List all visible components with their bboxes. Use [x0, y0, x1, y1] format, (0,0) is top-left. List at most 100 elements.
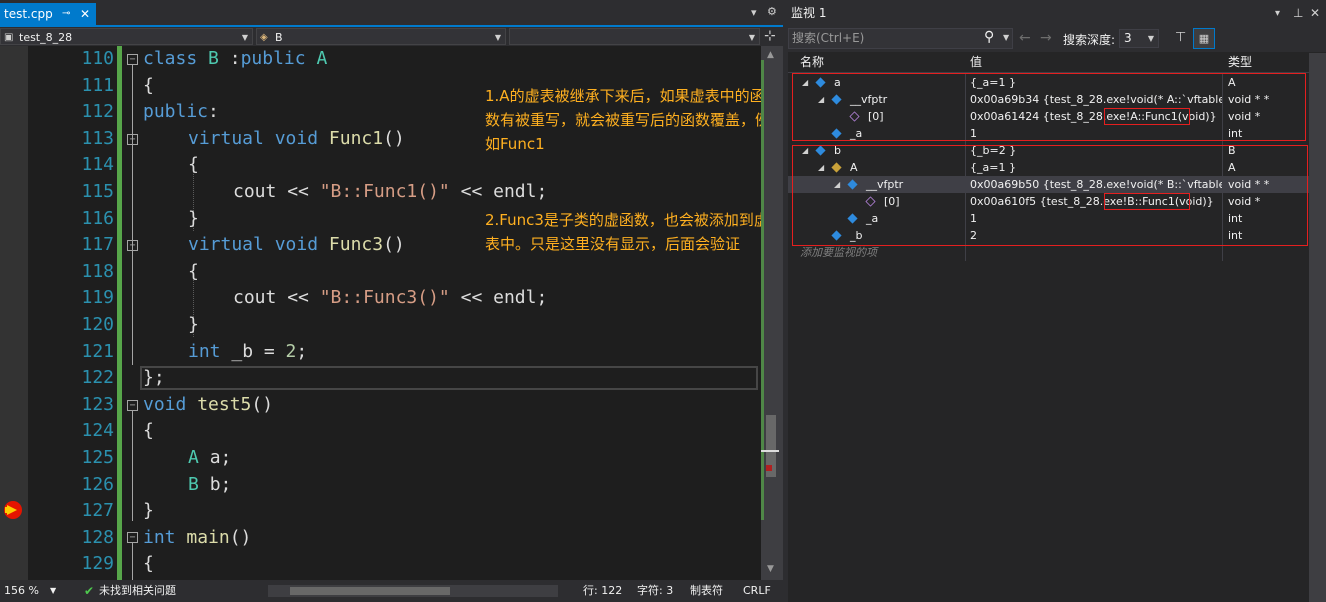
code-text: << — [276, 181, 320, 202]
watch-title-bar: 监视 1 ▾ ⊥ ✕ — [788, 0, 1326, 27]
change-tracking-bar — [117, 46, 122, 580]
collapse-icon[interactable]: − — [127, 54, 138, 65]
keyword: void — [274, 234, 319, 256]
collapse-icon[interactable]: − — [127, 532, 138, 543]
line-number: 125 — [81, 447, 114, 468]
column-name-header[interactable]: 名称 — [800, 53, 824, 72]
line-indicator[interactable]: 行: 122 — [583, 580, 622, 602]
number-literal: 2 — [285, 340, 297, 362]
scroll-up-icon[interactable]: ▲ — [767, 50, 774, 60]
search-back-icon[interactable]: ← — [1019, 30, 1031, 46]
project-label: test_8_28 — [19, 31, 73, 44]
fold-guide — [132, 411, 133, 521]
filter-icon[interactable]: ⊤ — [1175, 30, 1186, 45]
code-line: cout << "B::Func1()" << endl; — [233, 179, 547, 206]
code-text: cout — [233, 181, 277, 202]
editor-vertical-scrollbar[interactable]: ▲ ▼ — [761, 46, 783, 580]
collapse-icon[interactable]: − — [127, 134, 138, 145]
code-line: virtual void Func1() — [188, 126, 405, 153]
type-name: A — [188, 447, 199, 468]
line-number: 115 — [81, 181, 114, 202]
code-editor[interactable]: 110 111 112 113 114 115 116 117 118 119 … — [0, 46, 783, 580]
keyword: public — [143, 101, 209, 123]
pin-icon[interactable]: ⊸ — [62, 3, 70, 25]
column-type-header[interactable]: 类型 — [1228, 53, 1252, 72]
column-indicator[interactable]: 字符: 3 — [637, 580, 673, 602]
line-number: 112 — [81, 101, 114, 123]
code-text: () — [383, 127, 405, 149]
watch-add-row[interactable]: 添加要监视的项 — [788, 244, 1309, 261]
annotation-note-1: 1.A的虚表被继承下来后，如果虚表中的函 数有被重写，就会被重写后的函数覆盖，例… — [485, 84, 770, 156]
string-literal: "B::Func1()" — [319, 181, 450, 202]
highlight-b-func1 — [1104, 193, 1190, 210]
code-text: << — [276, 287, 320, 309]
scope-dropdown[interactable]: ◈ B ▼ — [256, 28, 506, 45]
scope-label: B — [275, 31, 283, 44]
tab-test-cpp[interactable]: test.cpp ⊸ ✕ — [0, 3, 96, 25]
annotation-line: 2.Func3是子类的虚函数，也会被添加到虚 — [485, 211, 769, 229]
code-text: _b = — [220, 340, 286, 362]
issues-status[interactable]: 未找到相关问题 — [99, 580, 176, 602]
chevron-down-icon: ▼ — [494, 33, 501, 42]
tabs-indicator[interactable]: 制表符 — [690, 580, 723, 602]
add-watch-placeholder[interactable]: 添加要监视的项 — [800, 244, 877, 261]
code-line: } — [188, 207, 199, 229]
project-dropdown[interactable]: ▣ test_8_28 ▼ — [0, 28, 253, 45]
line-number: 118 — [81, 260, 114, 282]
watch-title: 监视 1 — [791, 6, 827, 20]
watch-search-input[interactable]: 搜索(Ctrl+E) — [788, 28, 1013, 49]
class-icon: ◈ — [260, 32, 268, 43]
search-forward-icon[interactable]: → — [1040, 30, 1052, 46]
chevron-down-icon: ▼ — [748, 33, 755, 42]
horizontal-scroll-thumb[interactable] — [290, 587, 450, 595]
highlight-a-func1 — [1104, 108, 1190, 125]
keyword: virtual — [188, 234, 264, 256]
collapse-icon[interactable]: − — [127, 240, 138, 251]
close-icon[interactable]: ✕ — [80, 3, 90, 25]
annotation-line: 如Func1 — [485, 135, 545, 153]
search-depth-dropdown[interactable]: 3 ▼ — [1119, 29, 1159, 48]
code-line: } — [188, 314, 199, 335]
pin-icon[interactable]: ⊥ — [1293, 0, 1303, 27]
code-text: () — [251, 393, 274, 415]
caret-position-marker — [761, 450, 779, 452]
code-text: cout — [233, 287, 277, 309]
code-text: : — [208, 101, 219, 123]
eol-indicator[interactable]: CRLF — [743, 580, 771, 602]
annotation-line: 数有被重写，就会被重写后的函数覆盖，例 — [485, 111, 771, 129]
scroll-down-icon[interactable]: ▼ — [767, 564, 774, 574]
chevron-down-icon[interactable]: ▼ — [50, 580, 56, 602]
window-menu-icon[interactable]: ▾ — [1275, 0, 1280, 27]
code-line: { — [143, 553, 154, 575]
code-text: : — [218, 48, 241, 69]
zoom-level[interactable]: 156 % — [4, 580, 39, 602]
code-text: endl — [493, 181, 537, 202]
code-text: << — [449, 287, 494, 309]
current-statement-arrow-icon[interactable] — [4, 501, 22, 519]
watch-vertical-scrollbar[interactable] — [1309, 53, 1326, 602]
close-icon[interactable]: ✕ — [1310, 0, 1320, 27]
line-number: 127 — [81, 500, 114, 522]
member-dropdown[interactable]: ▼ — [509, 28, 760, 45]
breakpoint-marker — [766, 465, 772, 471]
current-line-highlight — [140, 366, 758, 390]
column-value-header[interactable]: 值 — [970, 53, 982, 72]
function-name: test5 — [197, 393, 252, 415]
hex-display-toggle-icon[interactable]: ▦ — [1193, 28, 1215, 49]
tab-list-dropdown-icon[interactable]: ▾ — [751, 6, 757, 19]
indicator-margin[interactable] — [0, 46, 28, 580]
code-line: int main() — [143, 525, 251, 552]
collapse-icon[interactable]: − — [127, 400, 138, 411]
chevron-down-icon[interactable]: ▼ — [1003, 33, 1009, 42]
code-line: { — [188, 154, 199, 176]
split-window-icon[interactable]: ⊹ — [764, 28, 776, 44]
line-number: 120 — [81, 314, 114, 335]
line-number: 116 — [81, 207, 114, 229]
code-text: b — [209, 473, 221, 495]
keyword: class — [143, 48, 198, 69]
gear-icon[interactable]: ⚙ — [767, 5, 777, 18]
search-icon[interactable]: ⚲ — [984, 29, 994, 45]
